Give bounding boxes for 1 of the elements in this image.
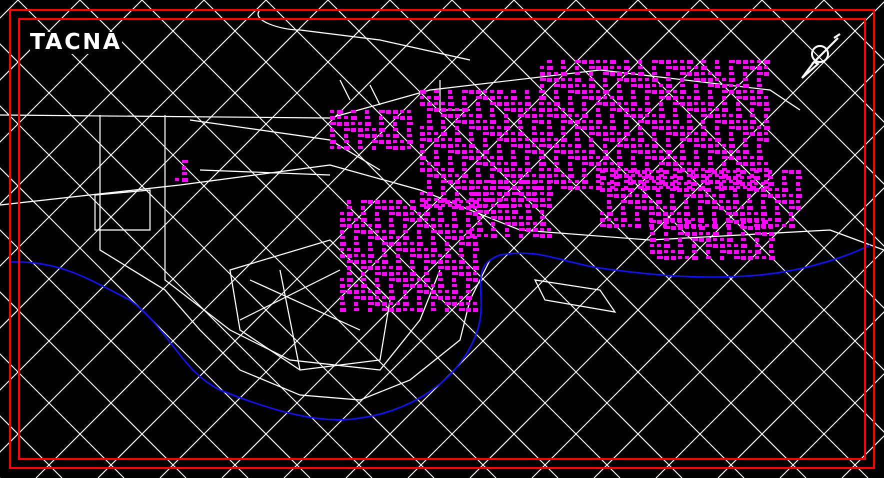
map-title: TACNA <box>30 32 122 54</box>
